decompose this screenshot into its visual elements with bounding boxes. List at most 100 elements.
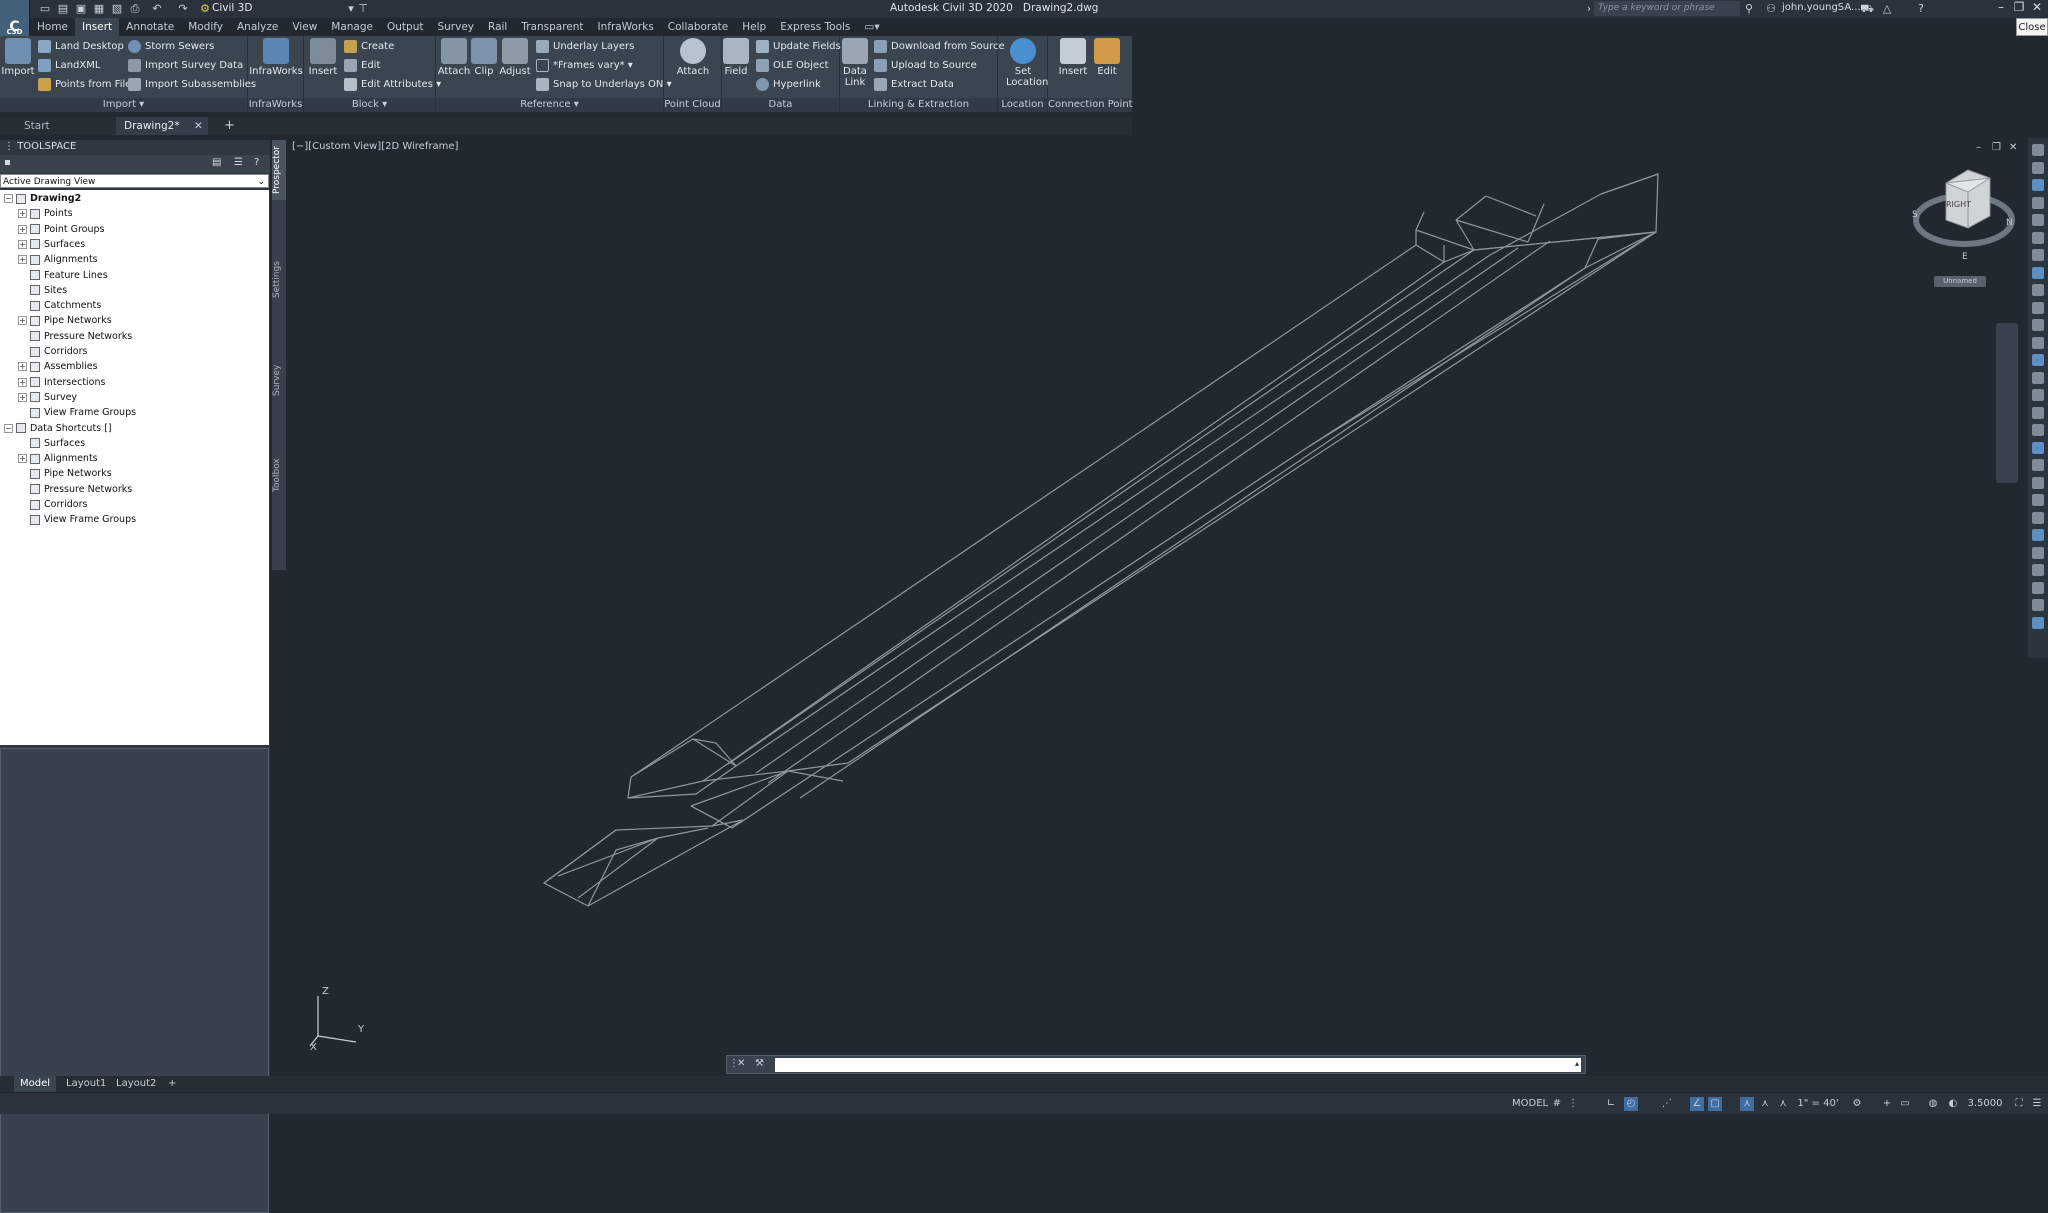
toolspace-header[interactable]: ⋮ TOOLSPACE bbox=[0, 140, 270, 154]
tree-item[interactable]: Catchments bbox=[18, 298, 101, 313]
tree-item[interactable]: Pressure Networks bbox=[18, 482, 132, 497]
redo-icon[interactable]: ↷ bbox=[176, 2, 190, 16]
qat-customize-icon[interactable]: ⊤ bbox=[356, 2, 370, 16]
user-account[interactable]: john.youngSA... bbox=[1782, 2, 1861, 13]
tree-item[interactable]: + Surfaces bbox=[18, 237, 85, 252]
model-space-toggle[interactable]: MODEL bbox=[1512, 1097, 1548, 1111]
ribbon-tab-analyze[interactable]: Analyze bbox=[230, 18, 285, 36]
a360-icon[interactable]: △ bbox=[1880, 2, 1894, 16]
palette-tool-icon[interactable] bbox=[2032, 179, 2044, 191]
precision-value[interactable]: 3.5000 bbox=[1966, 1097, 2004, 1111]
palette-tool-icon[interactable] bbox=[2032, 231, 2044, 244]
polar-icon[interactable]: ◴ bbox=[1624, 1097, 1638, 1111]
palette-tool-icon[interactable] bbox=[2032, 319, 2044, 331]
tree-expander-icon[interactable]: + bbox=[18, 209, 27, 219]
annotation-monitor-icon[interactable]: + bbox=[1880, 1097, 1894, 1111]
palette-tool-icon[interactable] bbox=[2032, 354, 2044, 366]
tree-expander-icon[interactable]: + bbox=[18, 255, 27, 265]
ribbon-tab-transparent[interactable]: Transparent bbox=[514, 18, 590, 36]
palette-tool-icon[interactable] bbox=[2032, 511, 2044, 524]
toolspace-tab-survey[interactable]: Survey bbox=[272, 340, 286, 420]
palette-tool-icon[interactable] bbox=[2032, 494, 2044, 506]
ucs-name[interactable]: Unnamed bbox=[1934, 276, 1986, 287]
panel-label-import[interactable]: Import ▾ bbox=[0, 98, 247, 112]
tree-item[interactable]: + Points bbox=[18, 206, 73, 221]
osnap-icon[interactable]: ▢ bbox=[1708, 1097, 1722, 1111]
annotation-scale-icon[interactable]: ⋏ bbox=[1776, 1097, 1790, 1111]
tree-item[interactable]: Surfaces bbox=[18, 436, 85, 451]
close-tab-icon[interactable]: ✕ bbox=[186, 117, 203, 135]
layout-tab-layout1[interactable]: Layout1 bbox=[60, 1076, 112, 1092]
connection-insert-button[interactable]: Insert bbox=[1058, 38, 1088, 77]
tree-item[interactable]: + Assemblies bbox=[18, 359, 98, 374]
navigation-bar[interactable] bbox=[1996, 323, 2018, 483]
palette-tool-icon[interactable] bbox=[2032, 144, 2044, 156]
ribbon-tab-home[interactable]: Home bbox=[30, 18, 75, 36]
palette-tool-icon[interactable] bbox=[2032, 284, 2044, 296]
ribbon-tab-modify[interactable]: Modify bbox=[181, 18, 230, 36]
tree-item[interactable]: View Frame Groups bbox=[18, 405, 136, 420]
isolate-objects-icon[interactable]: ◍ bbox=[1926, 1097, 1940, 1111]
publish-icon[interactable]: ▧ bbox=[110, 2, 124, 16]
block-edit-button[interactable]: Edit bbox=[344, 57, 380, 74]
workspace-switch-icon[interactable]: ⚙ bbox=[1850, 1097, 1864, 1111]
list-view-icon[interactable]: ☰ bbox=[234, 157, 243, 168]
toolspace-help-icon[interactable]: ? bbox=[254, 157, 259, 168]
palette-tool-icon[interactable] bbox=[2032, 214, 2044, 226]
ribbon-minimize-icon[interactable]: ▭▾ bbox=[857, 18, 886, 36]
block-insert-button[interactable]: Insert bbox=[308, 38, 338, 77]
workspace-gear-icon[interactable]: ⚙ bbox=[198, 2, 212, 16]
command-input[interactable] bbox=[775, 1058, 1581, 1072]
viewcube[interactable]: RIGHT S E N Unnamed bbox=[1906, 148, 2018, 288]
tree-item[interactable]: Feature Lines bbox=[18, 268, 108, 283]
hardware-acceleration-icon[interactable]: ◐ bbox=[1946, 1097, 1960, 1111]
toolspace-options-icon[interactable]: ▪ bbox=[4, 157, 11, 168]
palette-tool-icon[interactable] bbox=[2032, 406, 2044, 419]
tree-item[interactable]: Corridors bbox=[18, 497, 87, 512]
storm-sewers-button[interactable]: Storm Sewers bbox=[128, 38, 214, 55]
palette-tool-icon[interactable] bbox=[2032, 266, 2044, 279]
auto-scale-icon[interactable]: ⋏ bbox=[1758, 1097, 1772, 1111]
toolspace-tab-prospector[interactable]: Prospector bbox=[272, 140, 286, 200]
palette-tool-icon[interactable] bbox=[2032, 546, 2044, 559]
update-fields-button[interactable]: Update Fields bbox=[756, 38, 841, 55]
item-view-icon[interactable]: ▤ bbox=[212, 157, 221, 168]
clip-button[interactable]: Clip bbox=[471, 38, 497, 77]
palette-tool-icon[interactable] bbox=[2032, 424, 2044, 436]
palette-tool-icon[interactable] bbox=[2032, 336, 2044, 349]
cart-icon[interactable]: ⛟ bbox=[1860, 2, 1874, 16]
command-history-icon[interactable]: ▴ bbox=[1575, 1059, 1579, 1068]
panel-label-block[interactable]: Block ▾ bbox=[304, 98, 435, 112]
edit-attributes-button[interactable]: Edit Attributes ▾ bbox=[344, 76, 441, 93]
extract-data-button[interactable]: Extract Data bbox=[874, 76, 954, 93]
ribbon-tab-rail[interactable]: Rail bbox=[481, 18, 514, 36]
grid-icon[interactable]: # bbox=[1550, 1097, 1564, 1111]
ribbon-tab-insert[interactable]: Insert bbox=[75, 18, 120, 36]
layout-tab-layout2[interactable]: Layout2 bbox=[110, 1076, 162, 1092]
tree-expander-icon[interactable]: − bbox=[4, 194, 13, 203]
layout-tab-model[interactable]: Model bbox=[14, 1076, 57, 1092]
import-survey-button[interactable]: Import Survey Data bbox=[128, 57, 243, 74]
tree-item[interactable]: Sites bbox=[18, 283, 67, 298]
command-close-icon[interactable]: ✕ bbox=[737, 1058, 745, 1069]
palette-tool-icon[interactable] bbox=[2032, 616, 2044, 629]
tree-expander-icon[interactable]: + bbox=[18, 224, 27, 234]
tree-item[interactable]: Corridors bbox=[18, 344, 87, 359]
tree-expander-icon[interactable]: + bbox=[18, 454, 27, 464]
hyperlink-button[interactable]: Hyperlink bbox=[756, 76, 821, 93]
download-source-button[interactable]: Download from Source bbox=[874, 38, 1005, 55]
tree-item[interactable]: − Data Shortcuts [] bbox=[4, 421, 112, 436]
workspace-selector[interactable]: Civil 3D bbox=[212, 1, 352, 16]
isodraft-icon[interactable]: ⋰ bbox=[1660, 1097, 1674, 1111]
add-layout-icon[interactable]: + bbox=[162, 1076, 182, 1092]
snap-underlays-dropdown[interactable]: Snap to Underlays ON ▾ bbox=[536, 76, 672, 93]
tree-item[interactable]: Pressure Networks bbox=[18, 329, 132, 344]
import-subassemblies-button[interactable]: Import Subassemblies bbox=[128, 76, 256, 93]
ribbon-tab-manage[interactable]: Manage bbox=[324, 18, 380, 36]
search-input[interactable]: Type a keyword or phrase bbox=[1594, 1, 1740, 16]
ribbon-tab-help[interactable]: Help bbox=[735, 18, 773, 36]
binoculars-icon[interactable]: ⚲ bbox=[1742, 2, 1756, 16]
connection-edit-button[interactable]: Edit bbox=[1092, 38, 1122, 77]
toolspace-tab-settings[interactable]: Settings bbox=[272, 240, 286, 320]
ribbon-tab-view[interactable]: View bbox=[285, 18, 324, 36]
